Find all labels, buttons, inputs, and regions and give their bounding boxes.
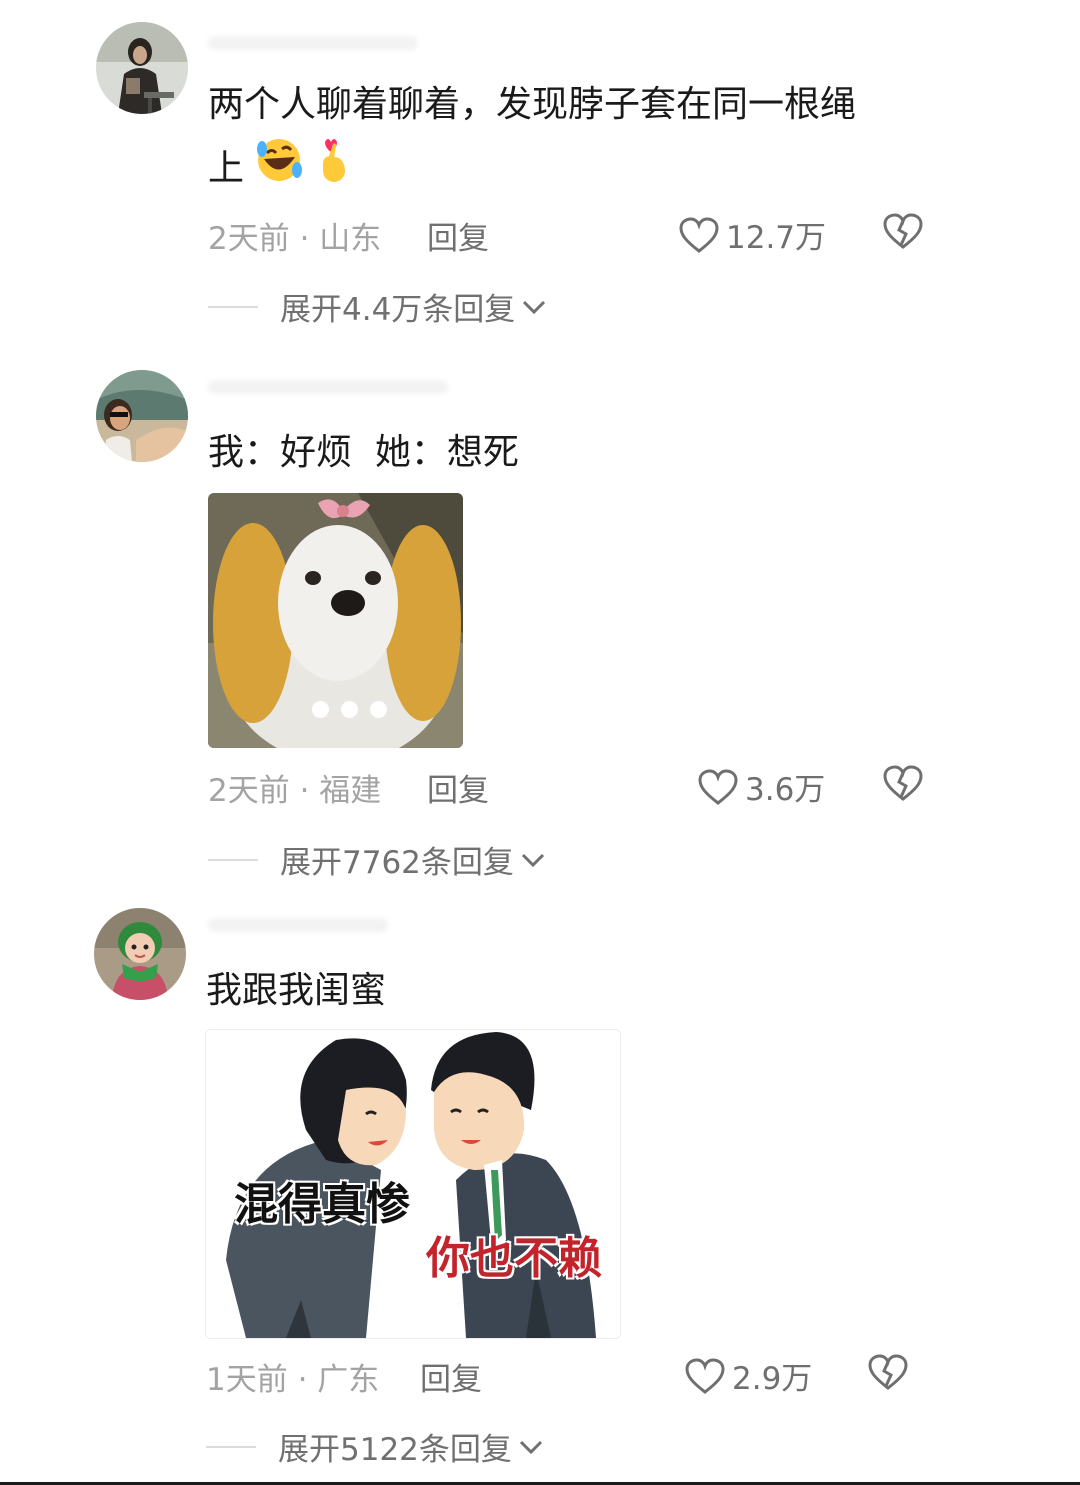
expand-replies-label: 展开5122条回复: [278, 1432, 512, 1468]
reply-button[interactable]: 回复: [420, 1354, 482, 1399]
comment-meta: 1天前 · 广东: [206, 1362, 380, 1398]
like-button[interactable]: 2.9万: [684, 1353, 812, 1398]
comment-item: 我跟我闺蜜 混得真惨 你也不赖 1天前 · 广东 回复 2.9万 展开5122条…: [0, 0, 1080, 1485]
like-count: 2.9万: [732, 1361, 813, 1397]
dislike-button[interactable]: [867, 1353, 909, 1395]
comment-text: 我跟我闺蜜: [206, 970, 387, 1011]
user-avatar[interactable]: [94, 908, 186, 1000]
username-blurred[interactable]: [208, 918, 388, 932]
expand-replies-button[interactable]: 展开5122条回复: [206, 1424, 544, 1469]
comment-image[interactable]: 混得真惨 你也不赖: [205, 1029, 621, 1339]
broken-heart-icon: [868, 1354, 908, 1390]
meme-caption-right: 你也不赖: [426, 1233, 602, 1284]
heart-outline-icon: [685, 1357, 725, 1394]
meme-caption-left: 混得真惨: [234, 1179, 410, 1230]
chevron-down-icon: [519, 1440, 542, 1454]
divider-line: [206, 1445, 256, 1448]
